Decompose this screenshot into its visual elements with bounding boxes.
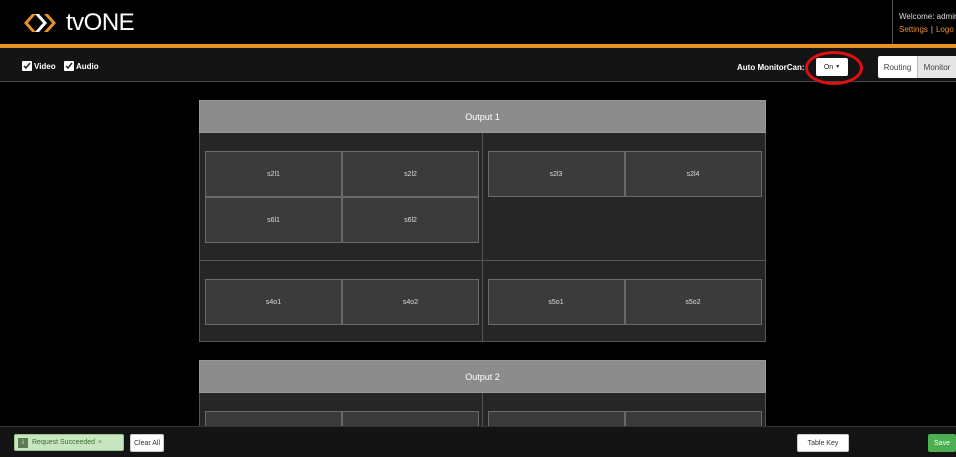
output-block: Output 1 s2l1 s2l2 s6l1 s6l2 s2l3 s2l4 s… [199, 100, 766, 342]
source-tile[interactable] [342, 411, 479, 426]
video-checkbox[interactable]: Video [22, 61, 56, 71]
toast-message: Request Succeeded [32, 439, 96, 446]
output-title[interactable]: Output 2 [199, 360, 766, 393]
source-tile[interactable] [624, 411, 762, 426]
clear-all-button[interactable]: Clear All [130, 434, 164, 452]
status-toast: i Request Succeeded × [14, 434, 124, 451]
tile-grid [487, 411, 762, 426]
highlight-circle [805, 51, 863, 85]
brand-logo[interactable]: tvONE [22, 8, 135, 38]
source-tile[interactable]: s5o1 [487, 279, 625, 325]
output-body: s2l1 s2l2 s6l1 s6l2 s2l3 s2l4 s4o1 s4o2 … [199, 133, 766, 342]
source-tile[interactable]: s5o2 [624, 279, 762, 325]
video-label: Video [34, 61, 56, 71]
source-tile[interactable]: s2l4 [624, 151, 762, 197]
tile-grid: s4o1 s4o2 [205, 279, 479, 325]
tab-routing[interactable]: Routing [878, 56, 918, 78]
group-row [200, 393, 765, 426]
audio-label: Audio [76, 61, 99, 71]
source-tile[interactable]: s4o1 [205, 279, 342, 325]
save-button[interactable]: Save [928, 434, 956, 452]
tile-group: s4o1 s4o2 [200, 261, 483, 341]
table-key-button[interactable]: Table Key [797, 434, 849, 452]
link-separator: | [930, 25, 933, 34]
view-tabs: Routing Monitor [878, 56, 956, 78]
tile-group: s2l1 s2l2 s6l1 s6l2 [200, 133, 483, 261]
checkmark-icon [22, 61, 32, 71]
source-tile[interactable]: s6l2 [342, 197, 479, 243]
source-tile[interactable] [205, 411, 342, 426]
tile-grid: s2l3 s2l4 [487, 151, 762, 197]
tile-group: s5o1 s5o2 [483, 261, 766, 341]
tile-grid [205, 411, 479, 426]
logout-link[interactable]: Logo [936, 25, 954, 34]
output-body [199, 393, 766, 426]
tile-group [483, 393, 766, 426]
tile-grid: s2l1 s2l2 s6l1 s6l2 [205, 151, 479, 243]
settings-link[interactable]: Settings [899, 25, 928, 34]
source-tile[interactable]: s2l1 [205, 151, 342, 197]
tvone-chevron-logo-icon [24, 14, 56, 32]
source-tile[interactable]: s4o2 [342, 279, 479, 325]
checkmark-icon [64, 61, 74, 71]
group-row: s2l1 s2l2 s6l1 s6l2 s2l3 s2l4 [200, 133, 765, 261]
group-row: s4o1 s4o2 s5o1 s5o2 [200, 261, 765, 341]
audio-checkbox[interactable]: Audio [64, 61, 99, 71]
auto-monitor-label: Auto MonitorCan: [737, 63, 805, 72]
source-tile[interactable]: s2l2 [342, 151, 479, 197]
tile-group [200, 393, 483, 426]
brand-name: tvONE [66, 9, 135, 36]
output-block: Output 2 [199, 360, 766, 426]
info-icon: i [18, 437, 28, 448]
tile-group: s2l3 s2l4 [482, 133, 765, 261]
output-title[interactable]: Output 1 [199, 100, 766, 133]
tile-grid: s5o1 s5o2 [487, 279, 762, 325]
welcome-text: Welcome: admin [899, 12, 956, 21]
source-tile[interactable] [487, 411, 625, 426]
close-icon[interactable]: × [98, 439, 102, 446]
footer-bar: i Request Succeeded × Clear All Table Ke… [0, 426, 956, 457]
tab-monitor[interactable]: Monitor [918, 56, 956, 78]
user-panel: Welcome: admin Settings | Logo [892, 0, 956, 44]
toolbar: Video Audio Auto MonitorCan: On ▼ Routin… [0, 48, 956, 85]
app-header: tvONE Welcome: admin Settings | Logo [0, 0, 956, 44]
outputs-panel: Output 1 s2l1 s2l2 s6l1 s6l2 s2l3 s2l4 s… [0, 83, 956, 426]
user-links: Settings | Logo [899, 23, 956, 36]
source-tile[interactable]: s6l1 [205, 197, 342, 243]
source-tile[interactable]: s2l3 [487, 151, 625, 197]
